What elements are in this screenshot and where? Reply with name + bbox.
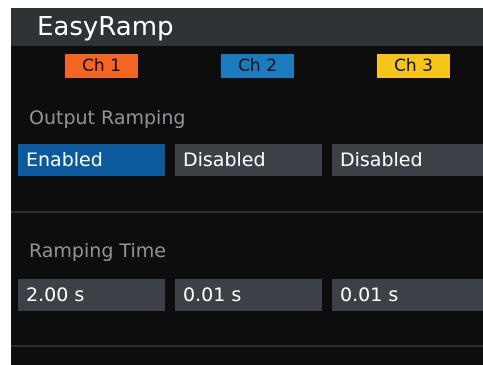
ramping-time-ch3-field[interactable]: 0.01 s (332, 279, 483, 311)
app-title: EasyRamp (37, 12, 174, 42)
output-ramping-label: Output Ramping (29, 107, 186, 129)
channel-1-tag: Ch 1 (65, 54, 138, 78)
ramping-time-ch2-field[interactable]: 0.01 s (175, 279, 322, 311)
channel-2-tag: Ch 2 (221, 54, 294, 78)
output-ramping-ch1-field[interactable]: Enabled (18, 144, 165, 176)
easyramp-screen: EasyRamp Ch 1 Ch 2 Ch 3 Output Ramping E… (11, 8, 483, 365)
section-divider (11, 211, 483, 213)
ramping-time-ch1-field[interactable]: 2.00 s (18, 279, 165, 311)
title-bar: EasyRamp (11, 8, 483, 46)
output-ramping-ch3-field[interactable]: Disabled (332, 144, 483, 176)
section-divider (11, 345, 483, 347)
channel-3-tag: Ch 3 (377, 54, 450, 78)
output-ramping-ch2-field[interactable]: Disabled (175, 144, 322, 176)
ramping-time-label: Ramping Time (29, 240, 166, 262)
